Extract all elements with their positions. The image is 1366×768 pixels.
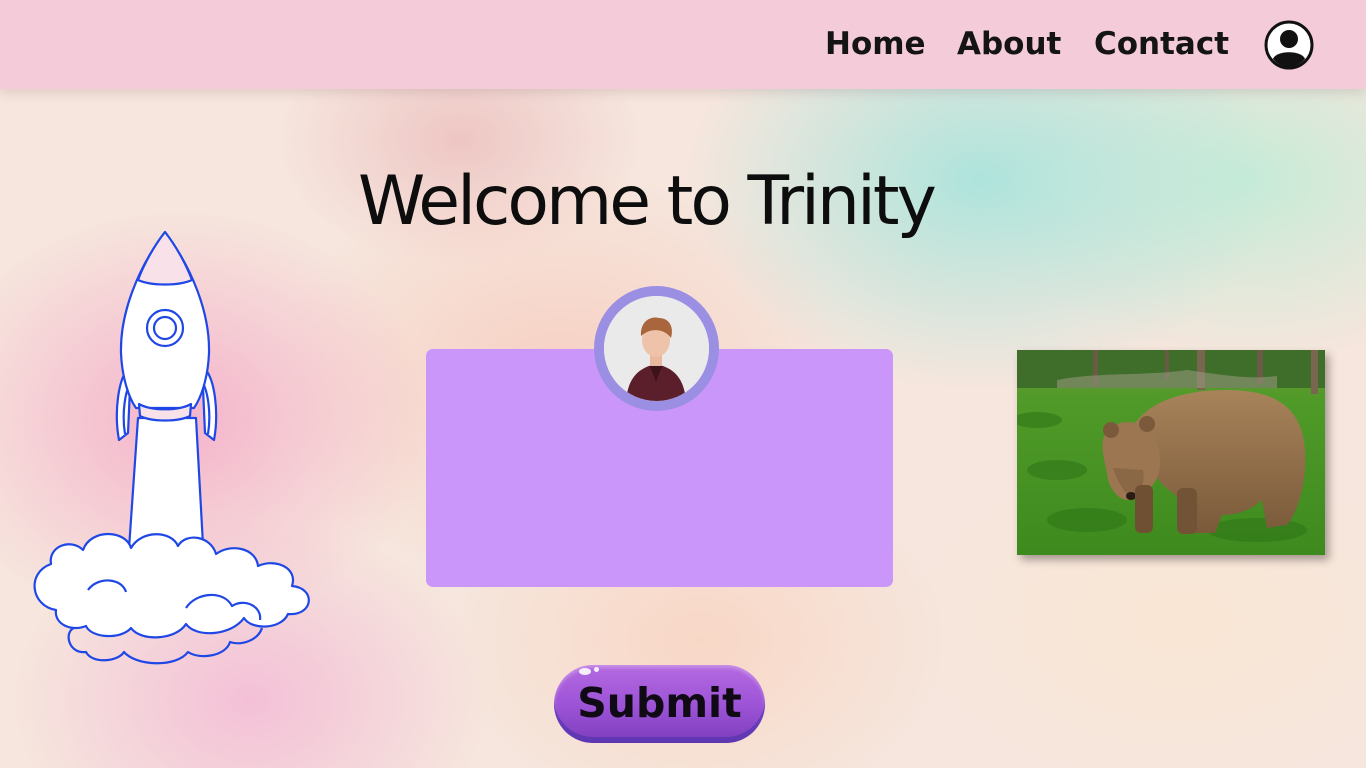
avatar-ring [594, 286, 719, 411]
bear-image [1017, 350, 1325, 555]
nav-link-contact[interactable]: Contact [1094, 24, 1229, 64]
user-photo-icon [604, 296, 709, 401]
brown-bear-photo [1017, 350, 1325, 555]
submit-button[interactable]: Submit [554, 665, 765, 743]
page-title: Welcome to Trinity [358, 162, 937, 241]
avatar [604, 296, 709, 401]
rocket-launch-illustration [33, 230, 310, 665]
button-highlight [594, 667, 599, 672]
nav-link-home[interactable]: Home [825, 24, 926, 64]
top-navbar: Home About Contact [0, 0, 1366, 89]
submit-button-label: Submit [577, 679, 742, 727]
user-circle-icon [1264, 20, 1314, 70]
nav-link-about[interactable]: About [957, 24, 1061, 64]
button-highlight [579, 668, 591, 675]
user-profile-icon[interactable] [1264, 20, 1314, 70]
